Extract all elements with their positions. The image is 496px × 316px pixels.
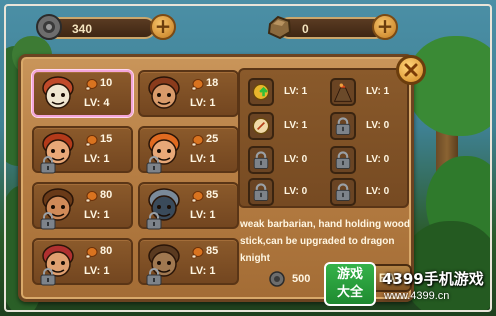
- unit-cost: 85: [206, 189, 219, 201]
- skill-slot[interactable]: LV: 0: [326, 112, 406, 142]
- unit-card-lion-mane-warrior[interactable]: 80 LV: 1: [32, 182, 133, 230]
- skill-slot[interactable]: LV: 0: [326, 178, 406, 208]
- skill-level: LV: 1: [366, 86, 390, 97]
- skill-slot[interactable]: LV: 0: [244, 178, 324, 208]
- unit-card-skull-helmet-warrior[interactable]: 10 LV: 4: [32, 70, 133, 117]
- gear-amount: 340: [72, 22, 93, 36]
- meat-icon: [191, 135, 204, 147]
- skill-slot[interactable]: LV: 1: [326, 78, 406, 108]
- stone-counter: 0: [278, 17, 386, 39]
- unit-card-spiked-monster[interactable]: 85 LV: 1: [138, 182, 239, 230]
- lock-icon: [330, 112, 356, 140]
- upgrade-cost: 500: [292, 273, 311, 285]
- watermark-logo-line1: 游戏: [336, 267, 363, 282]
- meat-icon: [191, 247, 204, 259]
- meat-icon: [85, 135, 98, 147]
- resource-bar: 340 + 0 +: [6, 6, 490, 46]
- unit-level: LV: 4: [84, 97, 110, 109]
- lock-icon: [330, 146, 356, 174]
- game-frame: 340 + 0 + 10 LV: 4 18 LV: 1 15 LV: 1 25 …: [4, 4, 492, 312]
- background-foliage: [406, 36, 490, 136]
- stone-amount: 0: [302, 22, 309, 36]
- meat-icon: [191, 79, 204, 91]
- unit-cost: 85: [206, 245, 219, 257]
- skill-slot[interactable]: LV: 1: [244, 112, 324, 142]
- unit-level: LV: 1: [190, 97, 216, 109]
- watermark-url: www.4399.cn: [384, 290, 450, 302]
- meat-icon: [85, 191, 98, 203]
- gear-icon: [269, 271, 285, 287]
- watermark-title: 4399手机游戏: [382, 270, 484, 288]
- unit-level: LV: 1: [190, 209, 216, 221]
- lock-icon: [146, 212, 162, 230]
- volcano-icon: [330, 78, 356, 106]
- gear-icon: [34, 12, 64, 42]
- skill-level: LV: 0: [284, 186, 308, 197]
- unit-cost: 15: [100, 133, 113, 145]
- unit-card-barbarian-bearded[interactable]: 18 LV: 1: [138, 70, 239, 117]
- lock-icon: [40, 156, 56, 174]
- skill-level: LV: 0: [366, 154, 390, 165]
- unit-cost: 25: [206, 133, 219, 145]
- meat-icon: [85, 247, 98, 259]
- lock-icon: [146, 156, 162, 174]
- unit-level: LV: 1: [190, 265, 216, 277]
- close-button[interactable]: [396, 55, 426, 85]
- unit-cost: 80: [100, 189, 113, 201]
- unit-cost: 10: [100, 77, 113, 89]
- unit-level: LV: 1: [190, 153, 216, 165]
- meat-icon: [85, 79, 98, 91]
- skill-level: LV: 1: [284, 120, 308, 131]
- close-icon: [404, 63, 418, 77]
- stone-icon: [264, 12, 294, 42]
- shield-upgrade-icon: [248, 78, 274, 106]
- unit-cost: 80: [100, 245, 113, 257]
- unit-portrait: [42, 76, 74, 109]
- unit-portrait: [148, 76, 180, 109]
- unit-card-orange-hair-girl[interactable]: 25 LV: 1: [138, 126, 239, 174]
- skill-level: LV: 0: [284, 154, 308, 165]
- lock-icon: [248, 146, 274, 174]
- skill-slot[interactable]: LV: 1: [244, 78, 324, 108]
- lock-icon: [40, 212, 56, 230]
- add-stone-button[interactable]: +: [372, 14, 398, 40]
- skill-level: LV: 1: [284, 86, 308, 97]
- lock-icon: [146, 268, 162, 286]
- watermark-logo-line2: 大全: [336, 285, 363, 300]
- skill-slot[interactable]: LV: 0: [244, 146, 324, 176]
- lock-icon: [330, 178, 356, 206]
- compass-icon: [248, 112, 274, 140]
- add-gear-button[interactable]: +: [150, 14, 176, 40]
- skill-level: LV: 0: [366, 120, 390, 131]
- unit-level: LV: 1: [84, 209, 110, 221]
- unit-level: LV: 1: [84, 265, 110, 277]
- unit-card-tusk-helmet-brute[interactable]: 80 LV: 1: [32, 238, 133, 286]
- skill-slot[interactable]: LV: 0: [326, 146, 406, 176]
- unit-card-redhead-girl[interactable]: 15 LV: 1: [32, 126, 133, 174]
- lock-icon: [40, 268, 56, 286]
- unit-level: LV: 1: [84, 153, 110, 165]
- lock-icon: [248, 178, 274, 206]
- skill-level: LV: 0: [366, 186, 390, 197]
- unit-cost: 18: [206, 77, 219, 89]
- unit-description: weak barbarian, hand holding wood stick,…: [240, 219, 411, 264]
- unit-card-caged-creature[interactable]: 85 LV: 1: [138, 238, 239, 286]
- meat-icon: [191, 191, 204, 203]
- watermark-logo: 游戏 大全: [324, 262, 376, 306]
